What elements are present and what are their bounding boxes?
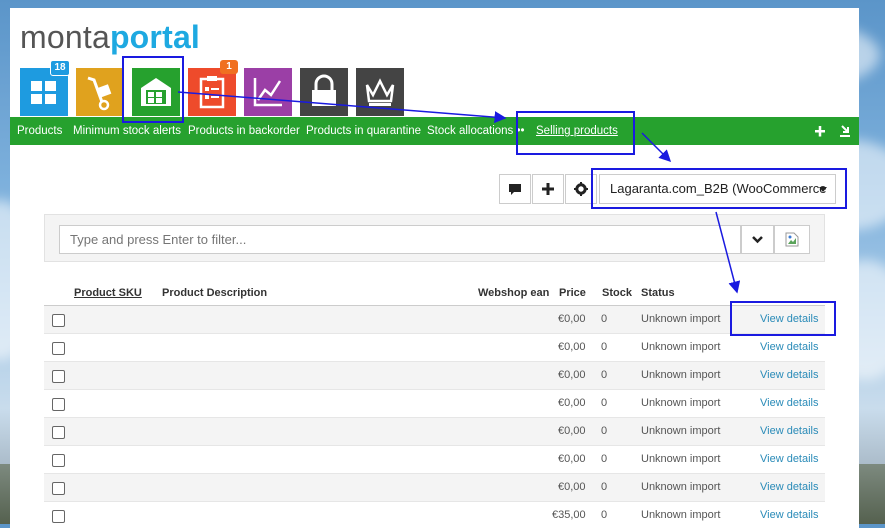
- annotation-arrows: [177, 91, 741, 294]
- arrow-line: [715, 211, 741, 294]
- arrow-line: [641, 132, 672, 163]
- arrow-line: [177, 91, 507, 124]
